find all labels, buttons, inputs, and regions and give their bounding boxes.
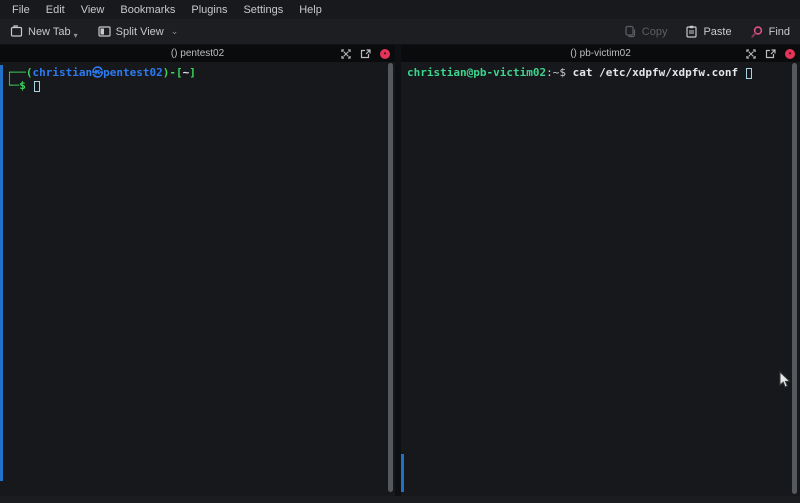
menu-file[interactable]: File xyxy=(4,2,38,18)
terminal-prompt-kali: ┌──(christian㉿pentest02)-[~]└─$ xyxy=(0,62,395,92)
find-button[interactable]: Find xyxy=(746,22,794,42)
detach-split-icon[interactable] xyxy=(765,49,776,59)
pane-title-pentest02: () pentest02 xyxy=(171,48,224,59)
terminal-cursor-left xyxy=(34,81,40,92)
close-split-button[interactable]: • xyxy=(785,49,795,59)
menu-edit[interactable]: Edit xyxy=(38,2,73,18)
prompt-frame-mid: )-[ xyxy=(163,66,183,79)
pane-header-icons-left: • xyxy=(341,45,390,62)
menu-help[interactable]: Help xyxy=(291,2,330,18)
prompt-frame-open: ┌──( xyxy=(6,66,33,79)
menu-view[interactable]: View xyxy=(73,2,113,18)
scrollbar-right-pane[interactable] xyxy=(792,63,797,494)
terminal-pane-pb-victim02[interactable]: () pb-victim02 • christian@pb-victim02:~… xyxy=(401,45,800,496)
new-tab-dropdown-caret[interactable]: ▾ xyxy=(74,31,78,40)
paste-button[interactable]: Paste xyxy=(681,22,735,41)
terminal-screen-pb-victim02[interactable]: christian@pb-victim02:~$ cat /etc/xdpfw/… xyxy=(401,62,800,496)
pane-header-icons-right: • xyxy=(746,45,795,62)
paste-label: Paste xyxy=(703,26,731,38)
prompt-user-host: christian㉿pentest02 xyxy=(33,66,163,79)
prompt-line2: └─$ xyxy=(6,79,26,92)
terminal-cursor-right xyxy=(746,68,752,79)
menu-bar: File Edit View Bookmarks Plugins Setting… xyxy=(0,0,800,19)
maximize-split-icon[interactable] xyxy=(746,49,756,59)
maximize-split-icon[interactable] xyxy=(341,49,351,59)
new-tab-button[interactable]: New Tab ▾ xyxy=(6,22,84,41)
copy-label: Copy xyxy=(642,26,668,38)
paste-icon xyxy=(685,25,698,38)
pane-title-pb-victim02: () pb-victim02 xyxy=(570,48,631,59)
terminal-screen-pentest02[interactable]: ┌──(christian㉿pentest02)-[~]└─$ xyxy=(0,62,395,496)
copy-button[interactable]: Copy xyxy=(620,22,672,41)
new-tab-icon xyxy=(10,25,23,38)
terminal-prompt-debian: christian@pb-victim02:~$ cat /etc/xdpfw/… xyxy=(401,62,800,79)
toolbar-right-group: Copy Paste Find xyxy=(620,22,794,42)
split-container: () pentest02 • ┌──(christian㉿pentest02)-… xyxy=(0,45,800,496)
prompt-frame-close: ] xyxy=(189,66,196,79)
prompt-suffix: :~$ xyxy=(546,66,573,79)
terminal-pane-pentest02[interactable]: () pentest02 • ┌──(christian㉿pentest02)-… xyxy=(0,45,395,496)
split-view-chevron-icon[interactable]: ⌄ xyxy=(171,26,179,37)
toolbar: New Tab ▾ Split View ⌄ Copy xyxy=(0,19,800,45)
split-view-button[interactable]: Split View ⌄ xyxy=(94,22,183,41)
prompt-user-host: christian@pb-victim02 xyxy=(407,66,546,79)
copy-icon xyxy=(624,25,637,38)
new-tab-label: New Tab xyxy=(28,26,71,38)
typed-command: cat /etc/xdpfw/xdpfw.conf xyxy=(573,66,745,79)
toolbar-left-group: New Tab ▾ Split View ⌄ xyxy=(6,22,182,41)
focus-indicator-right xyxy=(401,454,404,492)
split-view-icon xyxy=(98,25,111,38)
menu-plugins[interactable]: Plugins xyxy=(183,2,235,18)
mouse-pointer-icon xyxy=(779,371,792,393)
menu-bookmarks[interactable]: Bookmarks xyxy=(112,2,183,18)
menu-settings[interactable]: Settings xyxy=(235,2,291,18)
split-view-label: Split View xyxy=(116,26,164,38)
find-label: Find xyxy=(769,26,790,38)
pane-header-pentest02[interactable]: () pentest02 • xyxy=(0,45,395,62)
konsole-window: File Edit View Bookmarks Plugins Setting… xyxy=(0,0,800,503)
find-icon xyxy=(750,25,764,39)
scrollbar-left-pane[interactable] xyxy=(388,63,393,492)
pane-header-pb-victim02[interactable]: () pb-victim02 • xyxy=(401,45,800,62)
focus-indicator-left xyxy=(0,65,3,481)
close-split-button[interactable]: • xyxy=(380,49,390,59)
window-bottom-edge xyxy=(0,496,800,503)
detach-split-icon[interactable] xyxy=(360,49,371,59)
